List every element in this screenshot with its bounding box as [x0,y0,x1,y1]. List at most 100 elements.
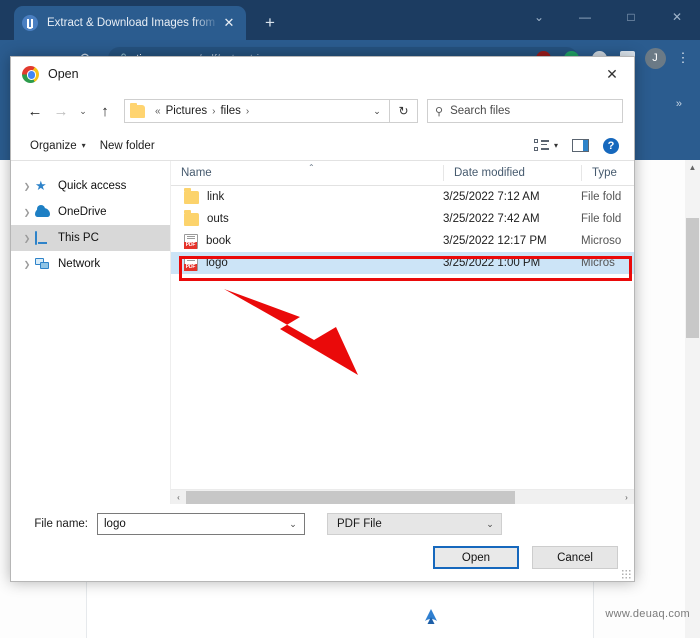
file-name-input-wrapper[interactable]: ⌄ [97,513,305,535]
column-header-type[interactable]: Type [581,165,634,181]
search-box[interactable]: ⚲ Search files [427,99,623,123]
scroll-left-icon[interactable]: ‹ [171,493,186,502]
pdf-badge: PDF [184,263,197,271]
scrollbar-track[interactable] [186,490,619,505]
tab-title: Extract & Download Images from [47,17,216,29]
tab-favicon-icon [22,15,38,31]
profile-avatar[interactable]: J [642,44,668,72]
expand-chevron-icon[interactable]: ❯ [19,260,35,269]
dialog-navigation-bar: ← → ⌄ ↑ « Pictures › files › ⌄ ↻ ⚲ Searc… [11,91,634,131]
file-type-dropdown-icon[interactable]: ⌄ [479,519,501,530]
sidebar-label-quick-access: Quick access [58,180,127,192]
new-tab-button[interactable]: + [258,11,282,35]
chevron-down-icon: ▾ [81,141,86,150]
breadcrumb-prefix: « [155,105,161,117]
nav-up-button[interactable]: ↑ [92,98,118,124]
file-type-select[interactable]: PDF File ⌄ [327,513,502,535]
file-date-cell: 3/25/2022 12:17 PM [443,235,547,247]
browser-tab[interactable]: Extract & Download Images from ✕ [14,6,246,40]
file-type-cell: File fold [581,213,622,225]
file-date-cell: 3/25/2022 7:42 AM [443,213,540,225]
file-name-row: File name: ⌄ PDF File ⌄ [25,513,620,535]
file-name-label: link [207,191,225,203]
tab-strip: Extract & Download Images from ✕ + ⌄ — □… [0,0,700,40]
breadcrumb-dropdown-icon[interactable]: ⌄ [365,106,389,117]
navigation-pane: ❯ ★ Quick access ❯ OneDrive ❯ This PC ❯ … [11,161,171,504]
page-logo-icon [425,609,437,624]
nav-back-button[interactable]: ← [22,98,48,124]
expand-chevron-icon[interactable]: ❯ [19,234,35,243]
page-scrollbar[interactable]: ▲ [685,160,700,638]
organize-label: Organize [30,139,77,152]
preview-pane-button[interactable] [565,136,596,155]
file-name-input[interactable] [104,518,282,530]
breadcrumb-bar[interactable]: « Pictures › files › ⌄ [124,99,390,123]
table-row[interactable]: PDF book 3/25/2022 12:17 PM Microso [171,230,634,252]
scroll-right-icon[interactable]: › [619,493,634,502]
chrome-logo-icon [22,65,39,83]
page-scroll-thumb[interactable] [686,218,699,338]
file-name-label: outs [207,213,229,225]
new-folder-button[interactable]: New folder [93,137,162,155]
bookmarks-overflow-icon[interactable]: » [676,98,682,110]
file-type-cell: Microso [581,235,622,247]
breadcrumb-item-files[interactable]: files [220,105,240,117]
refresh-button[interactable]: ↻ [390,99,418,123]
table-row[interactable]: link 3/25/2022 7:12 AM File fold [171,186,634,208]
view-chevron-down-icon: ▾ [553,141,558,150]
expand-chevron-icon[interactable]: ❯ [19,182,35,191]
breadcrumb-separator-2[interactable]: › [242,106,253,117]
nav-forward-button[interactable]: → [48,98,74,124]
dialog-title: Open [48,67,79,81]
tab-close-icon[interactable]: ✕ [220,14,238,32]
breadcrumb-separator-1[interactable]: › [208,106,219,117]
help-icon: ? [603,137,619,154]
maximize-icon[interactable]: □ [608,0,654,34]
sidebar-label-network: Network [58,258,101,270]
breadcrumb: « Pictures › files › [151,105,253,117]
breadcrumb-item-pictures[interactable]: Pictures [166,105,208,117]
pdf-icon: PDF [184,233,198,249]
table-row[interactable]: outs 3/25/2022 7:42 AM File fold [171,208,634,230]
table-row-selected[interactable]: PDF logo 3/25/2022 1:00 PM Micros [171,252,634,274]
organize-button[interactable]: Organize ▾ [23,137,93,155]
open-button[interactable]: Open [433,546,519,569]
file-date-cell: 3/25/2022 1:00 PM [443,257,541,269]
file-name-dropdown-icon[interactable]: ⌄ [282,519,304,530]
breadcrumb-folder-icon [130,102,145,118]
resize-grip[interactable] [621,569,631,579]
scrollbar-thumb[interactable] [186,490,516,504]
tab-search-icon[interactable]: ⌄ [516,0,562,34]
file-name-cell: PDF logo [171,255,443,271]
open-file-dialog: Open ✕ ← → ⌄ ↑ « Pictures › files › ⌄ ↻ … [10,56,635,582]
sidebar-item-quick-access[interactable]: ❯ ★ Quick access [11,173,170,199]
sidebar-label-this-pc: This PC [58,232,99,244]
minimize-icon[interactable]: — [562,0,608,34]
cancel-button[interactable]: Cancel [532,546,618,569]
search-icon: ⚲ [435,105,444,118]
column-header-name[interactable]: Name [171,165,443,181]
close-window-icon[interactable]: ✕ [654,0,700,34]
expand-chevron-icon[interactable]: ❯ [19,208,35,217]
window-controls: ⌄ — □ ✕ [516,0,700,34]
help-button[interactable]: ? [596,135,626,157]
file-name-label: logo [206,257,228,269]
column-header-date-modified[interactable]: Date modified [443,165,581,181]
star-icon: ★ [35,178,47,193]
chrome-menu-icon[interactable]: ⋮ [670,44,696,72]
network-icon [35,258,56,270]
pdf-icon: PDF [184,255,198,271]
avatar-initial: J [644,47,666,69]
view-mode-button[interactable]: ▾ [527,136,565,155]
sidebar-label-onedrive: OneDrive [58,206,107,218]
sidebar-item-network[interactable]: ❯ Network [11,251,170,277]
nav-recent-locations-button[interactable]: ⌄ [74,98,92,124]
file-name-label: book [206,235,231,247]
sidebar-item-this-pc[interactable]: ❯ This PC [11,225,170,251]
file-list[interactable]: link 3/25/2022 7:12 AM File fold outs 3/… [171,186,634,489]
horizontal-scrollbar[interactable]: ‹ › [171,489,634,504]
sidebar-item-onedrive[interactable]: ❯ OneDrive [11,199,170,225]
page-scroll-up-icon[interactable]: ▲ [685,160,700,172]
dialog-close-button[interactable]: ✕ [590,57,634,91]
file-type-value: PDF File [337,518,382,530]
